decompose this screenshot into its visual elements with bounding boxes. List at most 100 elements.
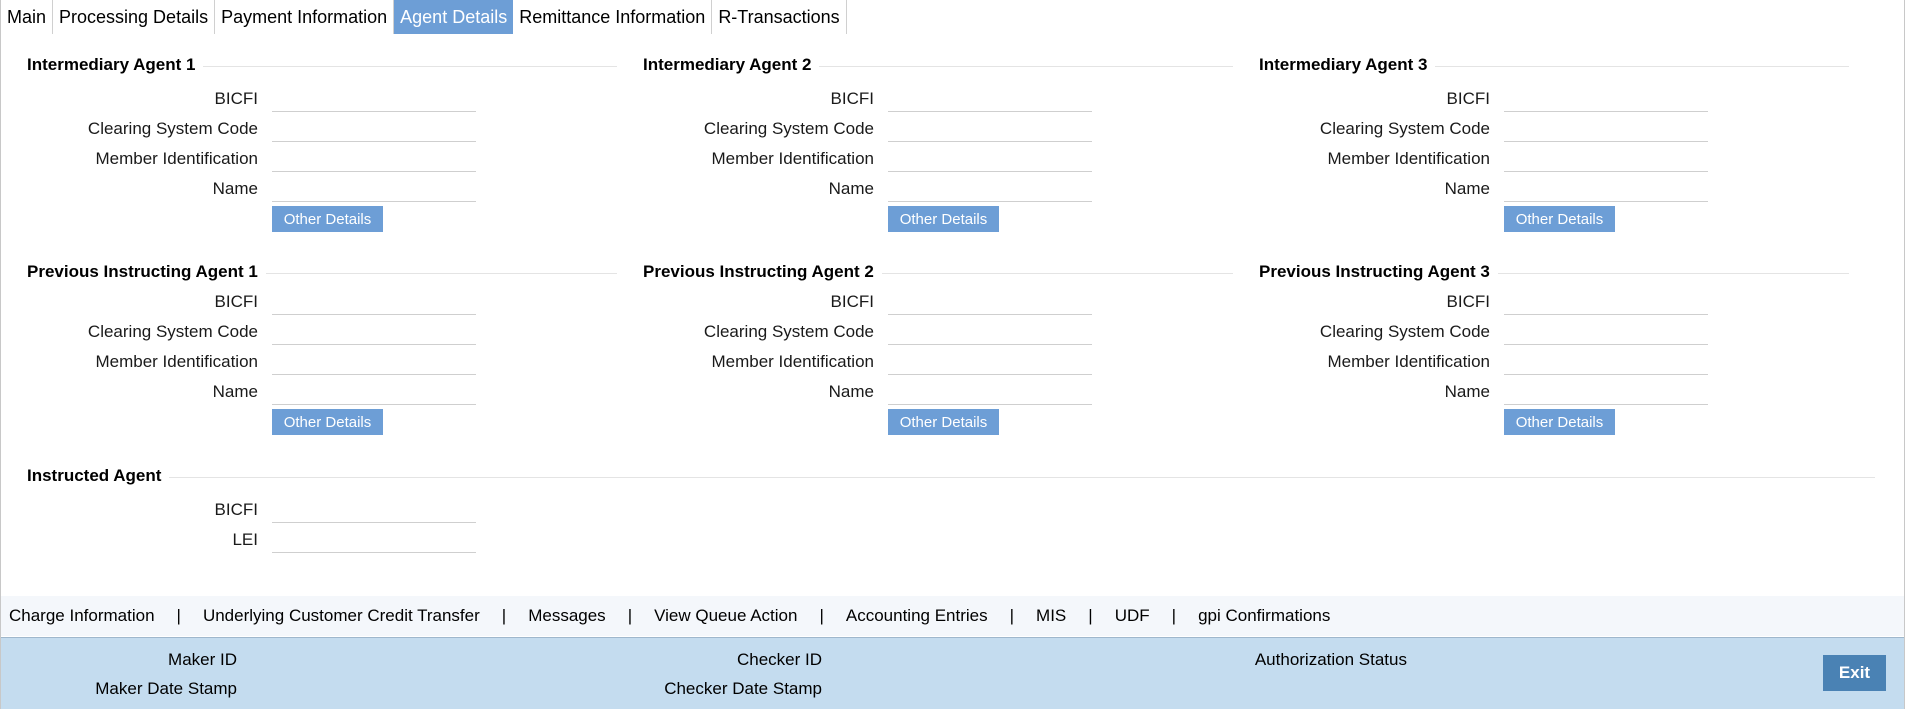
- clearing-system-code-input[interactable]: [888, 115, 1092, 142]
- lei-input[interactable]: [272, 526, 476, 553]
- field-row-bicfi: BICFI: [643, 85, 1233, 115]
- member-identification-label: Member Identification: [1327, 352, 1490, 371]
- tab-agent-details[interactable]: Agent Details: [394, 0, 514, 34]
- exit-button[interactable]: Exit: [1823, 655, 1886, 691]
- link-gpi-confirmations[interactable]: gpi Confirmations: [1190, 606, 1338, 626]
- other-details-button[interactable]: Other Details: [272, 409, 383, 435]
- section-title: Previous Instructing Agent 2: [643, 262, 874, 281]
- other-details-button[interactable]: Other Details: [272, 206, 383, 232]
- name-label: Name: [828, 179, 874, 198]
- tab-remittance-information[interactable]: Remittance Information: [513, 0, 713, 34]
- member-identification-label: Member Identification: [1327, 149, 1490, 168]
- name-input[interactable]: [272, 378, 476, 405]
- bicfi-input[interactable]: [272, 288, 476, 315]
- section-header: Previous Instructing Agent 1: [27, 260, 617, 284]
- field-row-bicfi: BICFI: [643, 288, 1233, 318]
- other-details-button[interactable]: Other Details: [888, 409, 999, 435]
- bicfi-label: BICFI: [830, 292, 874, 311]
- field-row-name: Name: [27, 175, 617, 205]
- name-input[interactable]: [888, 378, 1092, 405]
- member-identification-input[interactable]: [272, 145, 476, 172]
- member-identification-label: Member Identification: [95, 352, 258, 371]
- link-charge-information[interactable]: Charge Information: [1, 606, 163, 626]
- bicfi-input[interactable]: [1504, 288, 1708, 315]
- member-identification-input[interactable]: [888, 145, 1092, 172]
- field-row-member-identification: Member Identification: [643, 145, 1233, 175]
- clearing-system-code-label: Clearing System Code: [703, 322, 874, 341]
- name-label: Name: [1444, 382, 1490, 401]
- field-row-name: Name: [1259, 378, 1849, 408]
- other-details-button[interactable]: Other Details: [888, 206, 999, 232]
- tab-main[interactable]: Main: [1, 0, 54, 34]
- field-row-name: Name: [643, 175, 1233, 205]
- bicfi-input[interactable]: [888, 85, 1092, 112]
- bicfi-label: BICFI: [1446, 89, 1490, 108]
- name-label: Name: [828, 382, 874, 401]
- clearing-system-code-input[interactable]: [1504, 115, 1708, 142]
- name-label: Name: [212, 382, 258, 401]
- section-header: Previous Instructing Agent 3: [1259, 260, 1849, 284]
- lei-label: LEI: [232, 530, 258, 549]
- clearing-system-code-label: Clearing System Code: [87, 119, 258, 138]
- field-row-clearing-system-code: Clearing System Code: [27, 318, 617, 348]
- field-row-name: Name: [643, 378, 1233, 408]
- field-row-bicfi: BICFI: [1259, 85, 1849, 115]
- agent-details-page: Main Processing Details Payment Informat…: [0, 0, 1905, 709]
- field-row-bicfi: BICFI: [27, 288, 617, 318]
- bicfi-label: BICFI: [214, 89, 258, 108]
- link-accounting-entries[interactable]: Accounting Entries: [838, 606, 996, 626]
- bicfi-label: BICFI: [830, 89, 874, 108]
- name-input[interactable]: [272, 175, 476, 202]
- tab-bar: Main Processing Details Payment Informat…: [1, 0, 847, 34]
- field-row-member-identification: Member Identification: [643, 348, 1233, 378]
- tab-r-transactions[interactable]: R-Transactions: [712, 0, 847, 34]
- section-title: Intermediary Agent 1: [27, 55, 196, 74]
- link-mis[interactable]: MIS: [1028, 606, 1074, 626]
- clearing-system-code-input[interactable]: [1504, 318, 1708, 345]
- bicfi-label: BICFI: [214, 292, 258, 311]
- other-details-button[interactable]: Other Details: [1504, 409, 1615, 435]
- field-row-member-identification: Member Identification: [27, 348, 617, 378]
- section-header: Intermediary Agent 3: [1259, 53, 1849, 77]
- bicfi-input[interactable]: [272, 85, 476, 112]
- field-row-name: Name: [27, 378, 617, 408]
- link-separator: |: [1171, 606, 1177, 625]
- section-divider: [265, 272, 617, 274]
- member-identification-input[interactable]: [1504, 145, 1708, 172]
- clearing-system-code-input[interactable]: [888, 318, 1092, 345]
- field-row-member-identification: Member Identification: [27, 145, 617, 175]
- tab-payment-information[interactable]: Payment Information: [215, 0, 395, 34]
- bicfi-input[interactable]: [1504, 85, 1708, 112]
- field-row-clearing-system-code: Clearing System Code: [643, 318, 1233, 348]
- member-identification-label: Member Identification: [711, 149, 874, 168]
- section-header: Intermediary Agent 2: [643, 53, 1233, 77]
- sub-screen-link-bar: Charge Information | Underlying Customer…: [1, 596, 1904, 636]
- link-udf[interactable]: UDF: [1107, 606, 1158, 626]
- section-title: Intermediary Agent 3: [1259, 55, 1428, 74]
- link-underlying-customer-credit-transfer[interactable]: Underlying Customer Credit Transfer: [195, 606, 488, 626]
- field-row-clearing-system-code: Clearing System Code: [27, 115, 617, 145]
- name-input[interactable]: [1504, 378, 1708, 405]
- clearing-system-code-input[interactable]: [272, 318, 476, 345]
- link-separator: |: [819, 606, 824, 625]
- name-input[interactable]: [888, 175, 1092, 202]
- member-identification-input[interactable]: [888, 348, 1092, 375]
- section-title: Intermediary Agent 2: [643, 55, 812, 74]
- link-separator: |: [501, 606, 507, 625]
- clearing-system-code-input[interactable]: [272, 115, 476, 142]
- name-input[interactable]: [1504, 175, 1708, 202]
- tab-processing-details[interactable]: Processing Details: [53, 0, 216, 34]
- name-label: Name: [1444, 179, 1490, 198]
- member-identification-label: Member Identification: [95, 149, 258, 168]
- field-row-lei: LEI: [27, 526, 617, 556]
- bicfi-label: BICFI: [214, 500, 258, 519]
- link-messages[interactable]: Messages: [520, 606, 613, 626]
- bicfi-input[interactable]: [272, 496, 476, 523]
- member-identification-input[interactable]: [272, 348, 476, 375]
- link-view-queue-action[interactable]: View Queue Action: [646, 606, 805, 626]
- other-details-button[interactable]: Other Details: [1504, 206, 1615, 232]
- clearing-system-code-label: Clearing System Code: [1319, 119, 1490, 138]
- member-identification-input[interactable]: [1504, 348, 1708, 375]
- section-divider: [881, 272, 1233, 274]
- bicfi-input[interactable]: [888, 288, 1092, 315]
